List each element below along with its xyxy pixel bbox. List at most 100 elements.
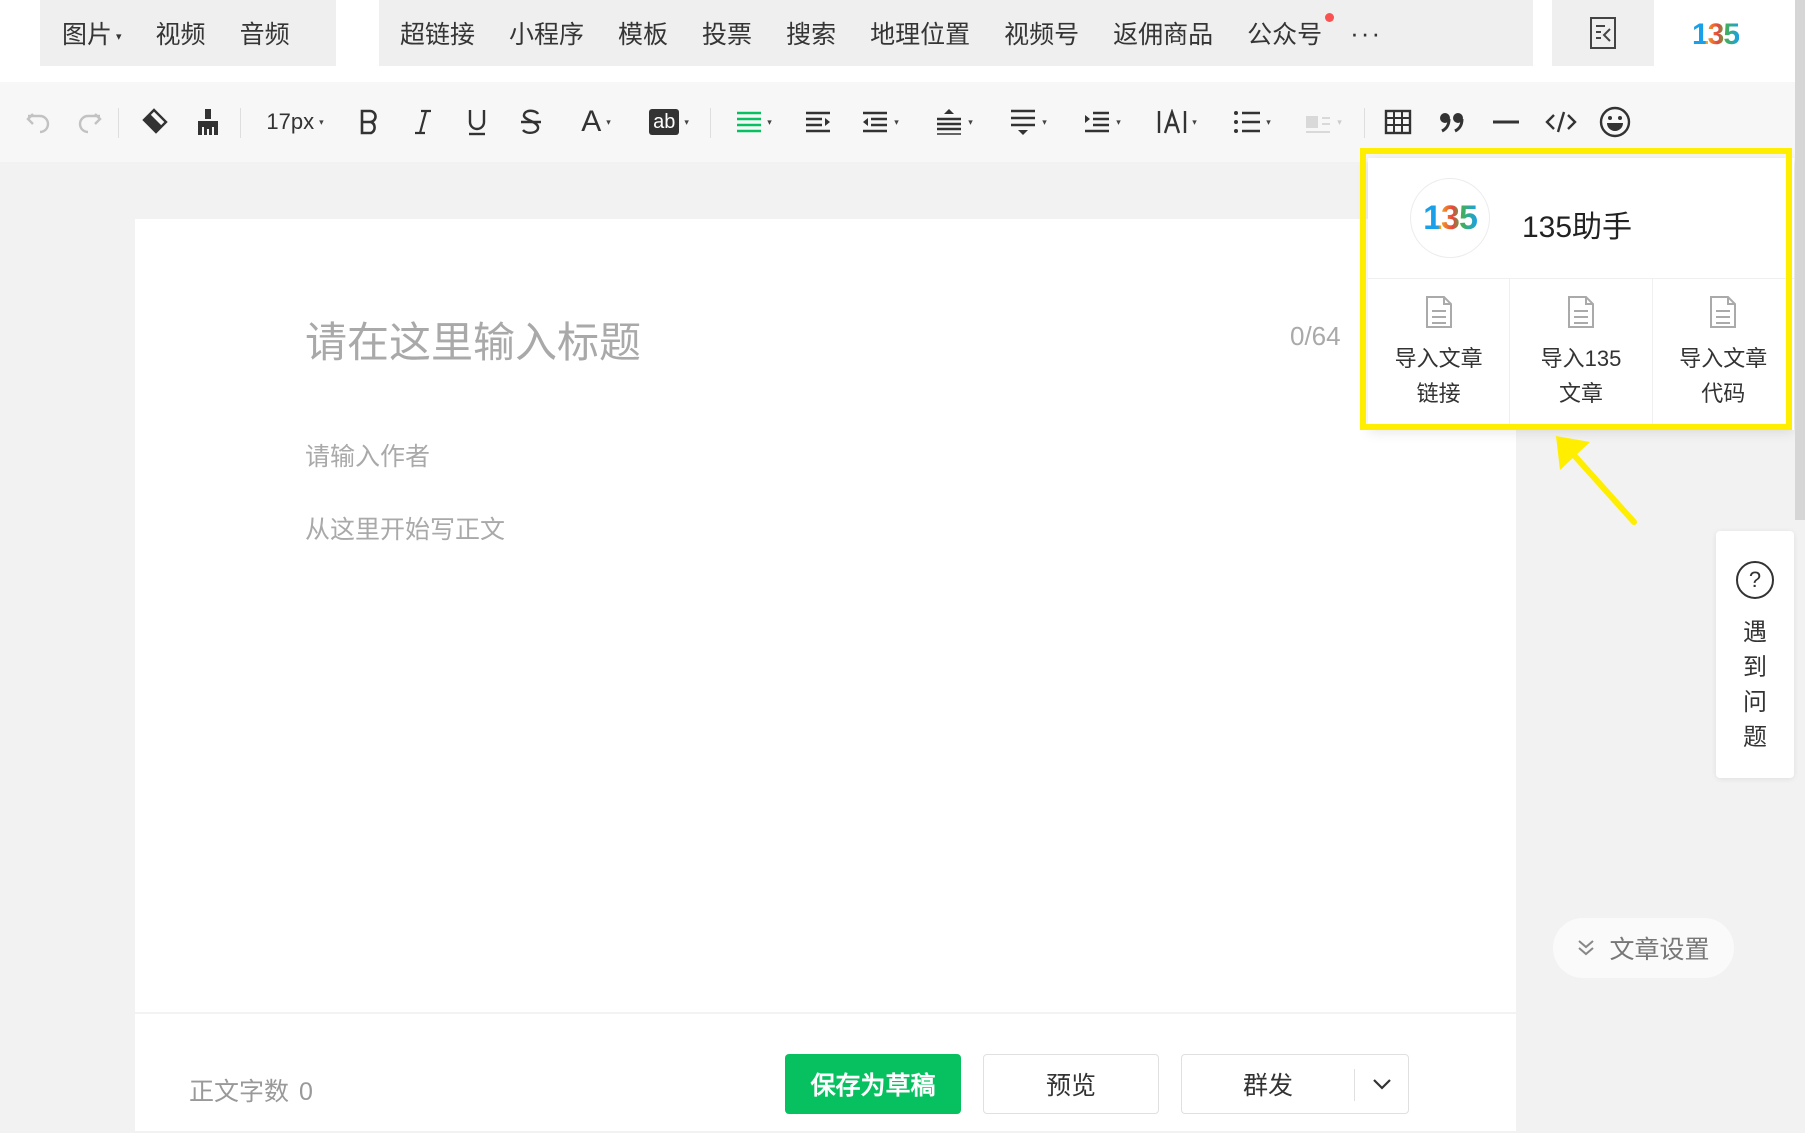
- title-input[interactable]: 请在这里输入标题: [305, 309, 641, 370]
- insert-template-label: 模板: [618, 21, 669, 49]
- insert-template-button[interactable]: 模板: [618, 15, 668, 51]
- float-image-button[interactable]: ▾: [1296, 102, 1350, 142]
- insert-vote-button[interactable]: 投票: [702, 15, 752, 51]
- line-spacing-button[interactable]: ▾: [1002, 102, 1054, 142]
- insert-video-label: 视频: [155, 21, 206, 49]
- insert-official-account-label: 公众号: [1247, 21, 1323, 49]
- align-button[interactable]: ▾: [728, 102, 780, 142]
- paragraph-spacing-button[interactable]: ▾: [928, 102, 980, 142]
- double-chevron-down-icon: [1578, 940, 1595, 956]
- document-import-button[interactable]: [1552, 0, 1654, 66]
- undo-button[interactable]: [20, 102, 56, 142]
- 135-logo-text: 135: [1423, 198, 1478, 237]
- background-color-icon: ab: [649, 109, 680, 135]
- emoji-icon: [1599, 106, 1631, 138]
- undo-icon: [26, 113, 50, 134]
- page-scrollbar[interactable]: [1795, 0, 1805, 520]
- save-draft-button[interactable]: 保存为草稿: [785, 1054, 961, 1114]
- quote-button[interactable]: [1432, 102, 1472, 142]
- publish-label: 群发: [1242, 1072, 1293, 1100]
- insert-location-button[interactable]: 地理位置: [870, 15, 970, 51]
- redo-button[interactable]: [72, 102, 108, 142]
- background-color-button[interactable]: ab ▾: [642, 102, 696, 142]
- toolbar-divider: [240, 108, 241, 138]
- help-button[interactable]: ? 遇到问题: [1716, 531, 1794, 778]
- list-icon: [1234, 111, 1261, 133]
- code-icon: [1545, 111, 1577, 133]
- bold-icon: [360, 109, 377, 135]
- insert-miniprogram-button[interactable]: 小程序: [509, 15, 584, 51]
- toolbar-divider: [1364, 108, 1365, 138]
- import-135-article-button[interactable]: 导入135 文章: [1510, 279, 1653, 430]
- word-count-value: 0: [299, 1078, 313, 1106]
- publish-button[interactable]: 群发: [1181, 1054, 1409, 1114]
- font-color-button[interactable]: A ▾: [570, 102, 622, 142]
- help-text-char: 遇: [1743, 619, 1767, 646]
- insert-hyperlink-label: 超链接: [400, 21, 476, 49]
- insert-image-button[interactable]: 图片 ▾: [62, 15, 122, 51]
- more-dots-icon[interactable]: ···: [1350, 18, 1382, 49]
- insert-hyperlink-button[interactable]: 超链接: [400, 15, 475, 51]
- quote-icon: [1440, 113, 1464, 133]
- letter-spacing-icon: [1085, 111, 1110, 133]
- logo-135-text: 135: [1692, 18, 1740, 51]
- help-text: 遇到问题: [1716, 615, 1794, 755]
- chevron-down-icon: ▾: [684, 116, 689, 127]
- popup-header: 135 135助手: [1368, 158, 1794, 279]
- eraser-button[interactable]: [134, 102, 174, 142]
- underline-button[interactable]: [460, 102, 494, 142]
- toolbar-divider: [710, 108, 711, 138]
- letter-spacing-button[interactable]: ▾: [1076, 102, 1128, 142]
- divider-button[interactable]: [1486, 102, 1526, 142]
- insert-search-button[interactable]: 搜索: [786, 15, 836, 51]
- import-article-link-button[interactable]: 导入文章 链接: [1368, 279, 1511, 430]
- body-editor[interactable]: 从这里开始写正文: [305, 510, 505, 546]
- article-settings-button[interactable]: 文章设置: [1553, 918, 1734, 978]
- bold-button[interactable]: [352, 102, 386, 142]
- author-input[interactable]: 请输入作者: [305, 437, 430, 473]
- document-icon: [1710, 296, 1737, 328]
- import-article-code-line1: 导入文章: [1679, 346, 1768, 371]
- text-width-button[interactable]: ▾: [1150, 102, 1204, 142]
- chevron-down-icon: ▾: [1042, 116, 1047, 127]
- format-painter-button[interactable]: [188, 102, 228, 142]
- annotation-arrow: [1556, 436, 1637, 525]
- code-button[interactable]: [1540, 102, 1582, 142]
- insert-video-button[interactable]: 视频: [156, 15, 206, 51]
- italic-icon: [415, 109, 431, 135]
- list-button[interactable]: ▾: [1226, 102, 1278, 142]
- table-button[interactable]: [1378, 102, 1418, 142]
- insert-location-label: 地理位置: [870, 21, 971, 49]
- chevron-down-icon: ▾: [968, 116, 973, 127]
- chevron-down-icon: ▾: [1116, 116, 1121, 127]
- insert-audio-button[interactable]: 音频: [240, 15, 290, 51]
- chevron-down-icon: ▾: [1266, 116, 1271, 127]
- font-size-dropdown[interactable]: 17px ▾: [258, 102, 332, 142]
- editor-card: 请在这里输入标题 0/64 请输入作者 从这里开始写正文 正文字数 0 保存为草稿…: [135, 219, 1516, 1131]
- insert-commission-product-button[interactable]: 返佣商品: [1113, 15, 1213, 51]
- redo-icon: [78, 113, 102, 134]
- chevron-down-icon: ▾: [767, 116, 772, 127]
- help-text-char: 问: [1743, 689, 1767, 716]
- insert-commission-product-label: 返佣商品: [1113, 21, 1214, 49]
- insert-image-label: 图片: [62, 21, 113, 49]
- question-circle-icon: ?: [1736, 561, 1774, 599]
- insert-official-account-button[interactable]: 公众号: [1247, 13, 1335, 51]
- import-article-link-line1: 导入文章: [1394, 346, 1483, 371]
- preview-button[interactable]: 预览: [983, 1054, 1159, 1114]
- first-line-indent-button[interactable]: ▾: [854, 102, 906, 142]
- emoji-button[interactable]: [1594, 102, 1636, 142]
- strikethrough-button[interactable]: [514, 102, 548, 142]
- insert-vote-label: 投票: [702, 21, 753, 49]
- align-icon: [737, 111, 762, 133]
- indent-icon: [806, 111, 830, 133]
- insert-channels-button[interactable]: 视频号: [1004, 15, 1079, 51]
- logo-135-button[interactable]: 135: [1692, 18, 1740, 52]
- publish-options-dropdown[interactable]: [1354, 1055, 1410, 1113]
- indent-button[interactable]: [800, 102, 836, 142]
- popup-title: 135助手: [1522, 211, 1633, 244]
- import-article-code-button[interactable]: 导入文章 代码: [1653, 279, 1794, 430]
- line-spacing-icon: [1011, 109, 1036, 135]
- format-toolbar: 17px ▾ A ▾ ab ▾ ▾ ▾ ▾ ▾ ▾ ▾ ▾ ▾: [0, 82, 1805, 162]
- italic-button[interactable]: [406, 102, 440, 142]
